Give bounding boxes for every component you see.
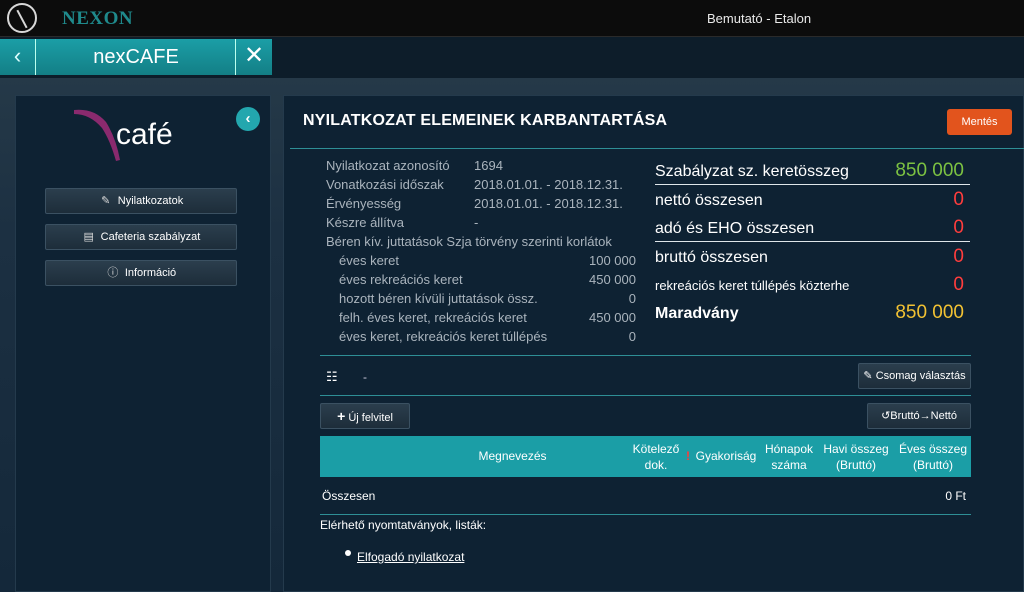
pencil-icon: ✎ <box>863 370 873 382</box>
limit-label: éves rekreációs keret <box>339 272 463 287</box>
summary-label: adó és EHO összesen <box>655 220 815 237</box>
sidebar: café ‹ ✎ Nyilatkozatok ▤ Cafeteria szabály… <box>15 95 271 592</box>
limit-value: 100 000 <box>589 253 636 268</box>
total-value: 0 Ft <box>945 489 966 503</box>
summary-row: rekreációs keret túllépés közterhe 0 <box>655 271 964 299</box>
gross-label: Bruttó <box>890 410 920 422</box>
declaration-info: Nyilatkozat azonosító 1694 Vonatkozási i… <box>326 158 646 358</box>
divider <box>290 148 1024 149</box>
form-link-elfogado-nyilatkozat[interactable]: Elfogadó nyilatkozat <box>357 550 464 564</box>
rotate-icon: ↺ <box>881 410 891 422</box>
info-value: - <box>474 215 479 230</box>
column-header-mandatory[interactable]: Kötelező dok. <box>626 441 686 473</box>
limit-value: 450 000 <box>589 272 636 287</box>
summary-value: 0 <box>953 246 964 267</box>
summary-divider <box>655 241 970 242</box>
column-header-monthly[interactable]: Havi összeg (Bruttó) <box>822 441 890 473</box>
sidebar-item-cafeteria-szabalyzat[interactable]: ▤ Cafeteria szabályzat <box>45 224 237 250</box>
app-tab-title: nexCAFE <box>93 46 179 68</box>
summary-label: nettó összesen <box>655 192 763 209</box>
summary-row: Maradvány 850 000 <box>655 299 964 327</box>
net-label: Nettó <box>930 410 957 422</box>
info-label: Vonatkozási időszak <box>326 177 444 192</box>
summary-value: 850 000 <box>895 302 964 323</box>
info-label: Készre állítva <box>326 215 405 230</box>
column-header-yearly[interactable]: Éves összeg (Bruttó) <box>898 441 968 473</box>
summary-value: 850 000 <box>895 160 964 181</box>
book-icon: ▤ <box>83 231 94 243</box>
summary-label: Maradvány <box>655 305 739 322</box>
info-icon: ⓘ <box>107 267 119 279</box>
close-icon[interactable]: ✕ <box>235 39 272 75</box>
divider <box>320 355 971 356</box>
package-select-label: Csomag választás <box>875 370 966 382</box>
info-label: Érvényesség <box>326 196 402 211</box>
cafe-logo: café <box>74 109 173 161</box>
document-edit-icon: ✎ <box>101 195 111 207</box>
limit-label: éves keret, rekreációs keret túllépés <box>339 329 548 344</box>
column-header-name[interactable]: Megnevezés <box>420 448 605 464</box>
summary-row: Szabályzat sz. keretösszeg 850 000 <box>655 157 964 185</box>
info-label: Nyilatkozat azonosító <box>326 158 450 173</box>
plus-icon: + <box>337 408 346 424</box>
summary-label: Szabályzat sz. keretösszeg <box>655 163 849 180</box>
summary-row: adó és EHO összesen 0 <box>655 214 964 242</box>
info-value: 2018.01.01. - 2018.12.31. <box>474 196 623 211</box>
limit-label: hozott béren kívüli juttatások össz. <box>339 291 538 306</box>
gift-icon: ☷ <box>326 369 338 384</box>
summary-row: nettó összesen 0 <box>655 186 964 214</box>
limit-label: felh. éves keret, rekreációs keret <box>339 310 527 325</box>
summary-row: bruttó összesen 0 <box>655 243 964 271</box>
table-header: Megnevezés Kötelező dok. ! Gyakoriság Hón… <box>320 436 971 477</box>
forms-label: Elérhető nyomtatványok, listák: <box>320 518 487 532</box>
environment-label: Bemutató - Etalon <box>707 11 812 26</box>
app-tab-nexcafe[interactable]: ‹ nexCAFE ✕ <box>0 39 272 75</box>
info-value: 2018.01.01. - 2018.12.31. <box>474 177 623 192</box>
sidebar-item-label: Nyilatkozatok <box>117 195 184 207</box>
save-button[interactable]: Mentés <box>947 109 1012 135</box>
info-value: 1694 <box>474 158 503 173</box>
new-item-button[interactable]: + Új felvitel <box>320 403 410 429</box>
top-bar: NEXON Bemutató - Etalon <box>0 0 1024 37</box>
sidebar-item-label: Információ <box>124 267 177 279</box>
cafe-logo-text: café <box>116 118 173 151</box>
sidebar-item-label: Cafeteria szabályzat <box>100 231 201 243</box>
summary-label: rekreációs keret túllépés közterhe <box>655 278 850 293</box>
divider <box>320 514 971 515</box>
app-tab-bar: ‹ nexCAFE ✕ <box>0 37 1024 78</box>
package-select-button[interactable]: ✎ Csomag választás <box>858 363 971 389</box>
bullet-icon <box>345 550 351 556</box>
limits-title: Béren kív. juttatások Szja törvény szeri… <box>326 234 612 249</box>
gross-net-toggle-button[interactable]: ↺Bruttó→Nettó <box>867 403 971 429</box>
new-item-label: Új felvitel <box>348 412 393 424</box>
arrow-right-icon: → <box>919 410 931 422</box>
divider <box>320 395 971 396</box>
summary-value: 0 <box>953 217 964 238</box>
nexon-logo-icon[interactable] <box>7 3 37 33</box>
summary-label: bruttó összesen <box>655 249 768 266</box>
summary-value: 0 <box>953 189 964 210</box>
summary-value: 0 <box>953 274 964 295</box>
main-panel: NYILATKOZAT ELEMEINEK KARBANTARTÁSA Ment… <box>283 95 1024 592</box>
total-label: Összesen <box>322 489 376 503</box>
page-title: NYILATKOZAT ELEMEINEK KARBANTARTÁSA <box>303 112 668 129</box>
brand-name: NEXON <box>62 8 134 29</box>
sidebar-item-informacio[interactable]: ⓘ Információ <box>45 260 237 286</box>
column-header-frequency[interactable]: Gyakoriság <box>694 448 758 464</box>
limit-label: éves keret <box>339 253 399 268</box>
required-mark: ! <box>686 449 690 463</box>
limit-value: 0 <box>628 329 636 344</box>
summary-divider <box>655 184 970 185</box>
sidebar-item-nyilatkozatok[interactable]: ✎ Nyilatkozatok <box>45 188 237 214</box>
column-header-months[interactable]: Hónapok száma <box>761 441 817 473</box>
limit-value: 450 000 <box>589 310 636 325</box>
limit-value: 0 <box>628 291 636 306</box>
package-value: - <box>363 370 367 384</box>
chevron-left-icon[interactable]: ‹ <box>0 39 36 75</box>
sidebar-collapse-icon[interactable]: ‹ <box>236 107 260 131</box>
